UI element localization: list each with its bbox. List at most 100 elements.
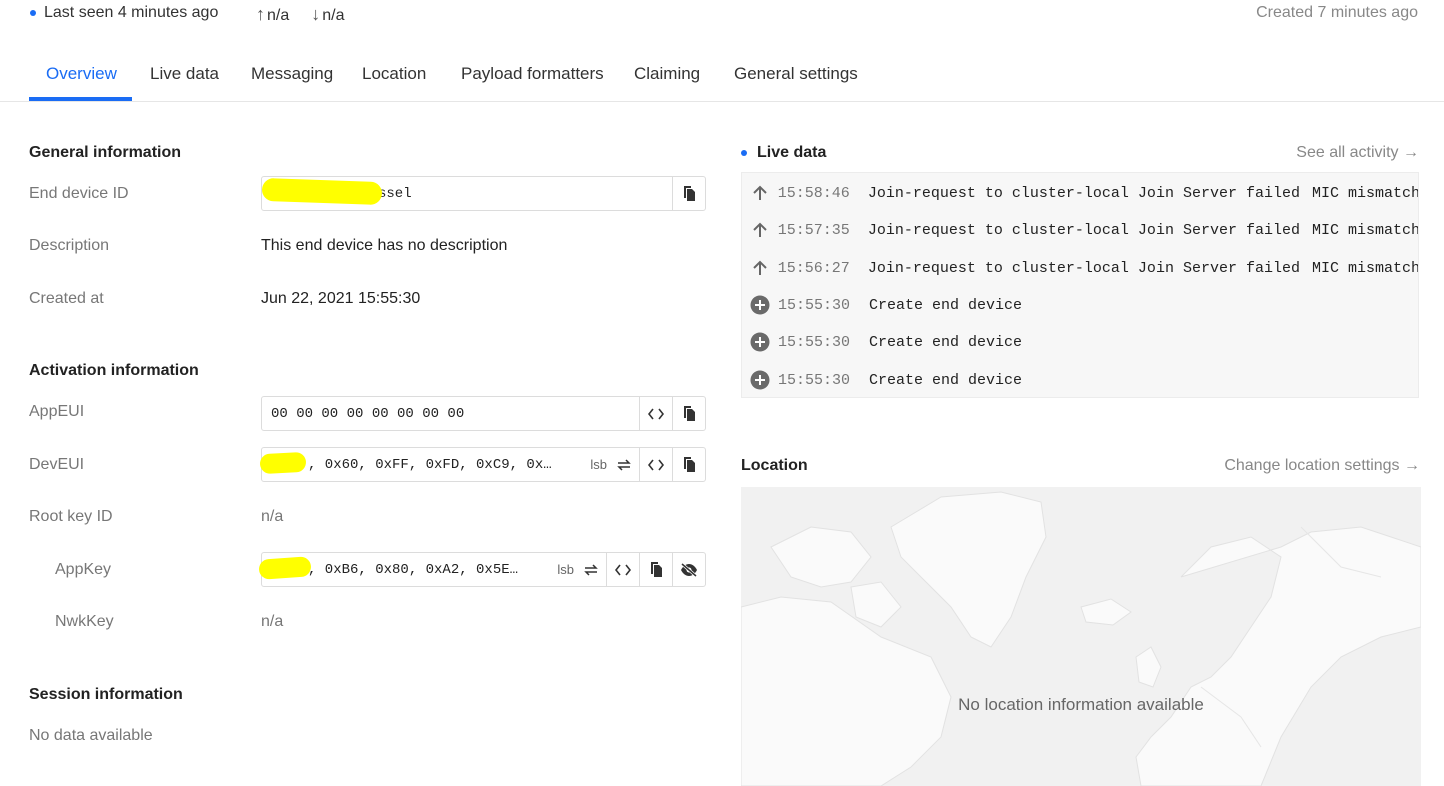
event-time: 15:55:30: [778, 371, 851, 389]
appeui-value[interactable]: 00 00 00 00 00 00 00 00: [262, 397, 639, 430]
redaction-highlight: [258, 556, 312, 580]
tab-general-settings[interactable]: General settings: [734, 64, 858, 84]
tab-messaging[interactable]: Messaging: [251, 64, 333, 84]
last-seen-text: Last seen 4 minutes ago: [44, 4, 219, 21]
active-tab-indicator: [29, 97, 132, 101]
created-at-value: Jun 22, 2021 15:55:30: [261, 290, 421, 307]
tab-live-data[interactable]: Live data: [150, 64, 219, 84]
location-title: Location: [741, 457, 808, 474]
code-brackets-icon: [615, 564, 631, 575]
toggle-format-button[interactable]: [606, 553, 639, 586]
downlink-counter: ↓ n/a: [311, 4, 344, 25]
world-map-graphic: [741, 491, 1421, 786]
toggle-format-button[interactable]: [639, 397, 672, 430]
description-label: Description: [29, 237, 110, 254]
created-at-label: Created at: [29, 290, 104, 307]
list-item[interactable]: 15:56:27 Join-request to cluster-local J…: [742, 253, 1419, 283]
copy-icon: [684, 406, 695, 421]
status-bar: Last seen 4 minutes ago ↑ n/a ↓ n/a Create…: [0, 0, 1444, 30]
plus-circle-icon: [742, 332, 778, 352]
copy-button[interactable]: [672, 448, 705, 481]
activation-info-title: Activation information: [29, 362, 199, 379]
arrow-up-icon: [742, 185, 778, 201]
list-item[interactable]: 15:55:30 Create end device: [742, 327, 1418, 357]
tab-claiming[interactable]: Claiming: [634, 64, 700, 84]
plus-circle-icon: [742, 295, 778, 315]
arrow-up-icon: ↑: [256, 4, 265, 24]
lsb-label: lsb: [590, 457, 607, 472]
nwkkey-value: n/a: [261, 613, 284, 630]
tab-bar: Overview Live data Messaging Location Pa…: [0, 52, 1444, 102]
list-item[interactable]: 15:55:30 Create end device: [742, 290, 1418, 320]
plus-circle-icon: [742, 370, 778, 390]
root-key-id-label: Root key ID: [29, 508, 113, 525]
event-time: 15:57:35: [777, 221, 850, 239]
change-location-settings-link[interactable]: Change location settings →: [1224, 457, 1420, 475]
deveui-value[interactable]: , 0x60, 0xFF, 0xFD, 0xC9, 0x…: [262, 448, 582, 481]
uplink-counter: ↑ n/a: [256, 4, 289, 25]
appkey-label: AppKey: [55, 561, 112, 578]
no-location-message: No location information available: [958, 695, 1204, 714]
copy-icon: [651, 562, 662, 577]
list-item[interactable]: 15:55:30 Create end device: [742, 365, 1418, 395]
list-item[interactable]: 15:57:35 Join-request to cluster-local J…: [742, 215, 1419, 245]
copy-button[interactable]: [672, 177, 705, 210]
toggle-format-button[interactable]: [639, 448, 672, 481]
byte-order-toggle[interactable]: lsb: [582, 448, 639, 481]
session-info-value: No data available: [29, 727, 153, 744]
swap-icon: [617, 458, 631, 471]
event-time: 15:55:30: [778, 296, 851, 314]
code-brackets-icon: [648, 408, 664, 419]
see-all-activity-link[interactable]: See all activity →: [1296, 144, 1419, 162]
end-device-id-label: End device ID: [29, 185, 129, 202]
tab-location[interactable]: Location: [362, 64, 426, 84]
eye-off-icon: [681, 562, 697, 577]
event-time: 15:55:30: [778, 333, 851, 351]
appeui-field: 00 00 00 00 00 00 00 00: [261, 396, 706, 431]
list-item[interactable]: 15:58:46 Join-request to cluster-local J…: [742, 178, 1419, 208]
appeui-label: AppEUI: [29, 403, 85, 420]
downlink-value: n/a: [322, 7, 345, 24]
session-info-title: Session information: [29, 686, 183, 703]
traffic-counters: ↑ n/a ↓ n/a: [256, 4, 345, 25]
created-ago: Created 7 minutes ago: [1256, 4, 1418, 21]
event-time: 15:56:27: [777, 259, 850, 277]
event-message: Join-request to cluster-local Join Serve…: [867, 221, 1300, 239]
live-dot: [741, 150, 747, 156]
live-data-title: Live data: [741, 144, 826, 162]
appkey-field: , 0xB6, 0x80, 0xA2, 0x5E… lsb: [261, 552, 706, 587]
swap-icon: [584, 563, 598, 576]
redaction-highlight: [261, 177, 383, 206]
tab-payload-formatters[interactable]: Payload formatters: [461, 64, 604, 84]
uplink-value: n/a: [267, 7, 290, 24]
deveui-field: , 0x60, 0xFF, 0xFD, 0xC9, 0x… lsb: [261, 447, 706, 482]
tab-overview[interactable]: Overview: [46, 64, 117, 84]
event-message: Join-request to cluster-local Join Serve…: [867, 184, 1300, 202]
event-error: MIC mismatch: [1311, 221, 1419, 239]
root-key-id-value: n/a: [261, 508, 284, 525]
location-map[interactable]: No location information available: [741, 487, 1421, 786]
copy-icon: [684, 186, 695, 201]
event-message: Join-request to cluster-local Join Serve…: [867, 259, 1300, 277]
arrow-up-icon: [742, 260, 778, 276]
event-error: MIC mismatch: [1311, 184, 1419, 202]
event-time: 15:58:46: [777, 184, 850, 202]
status-dot: [30, 10, 36, 16]
event-error: MIC mismatch: [1311, 259, 1419, 277]
hide-value-button[interactable]: [672, 553, 705, 586]
code-brackets-icon: [648, 459, 664, 470]
copy-button[interactable]: [672, 397, 705, 430]
event-message: Create end device: [869, 296, 1023, 314]
nwkkey-label: NwkKey: [55, 613, 114, 630]
event-message: Create end device: [869, 371, 1023, 389]
lsb-label: lsb: [557, 562, 574, 577]
redaction-highlight: [259, 451, 307, 475]
arrow-down-icon: ↓: [311, 4, 321, 24]
deveui-label: DevEUI: [29, 456, 85, 473]
byte-order-toggle[interactable]: lsb: [549, 553, 606, 586]
arrow-up-icon: [742, 222, 778, 238]
live-data-list: 15:58:46 Join-request to cluster-local J…: [741, 172, 1419, 398]
general-info-title: General information: [29, 144, 182, 161]
event-message: Create end device: [869, 333, 1023, 351]
copy-button[interactable]: [639, 553, 672, 586]
